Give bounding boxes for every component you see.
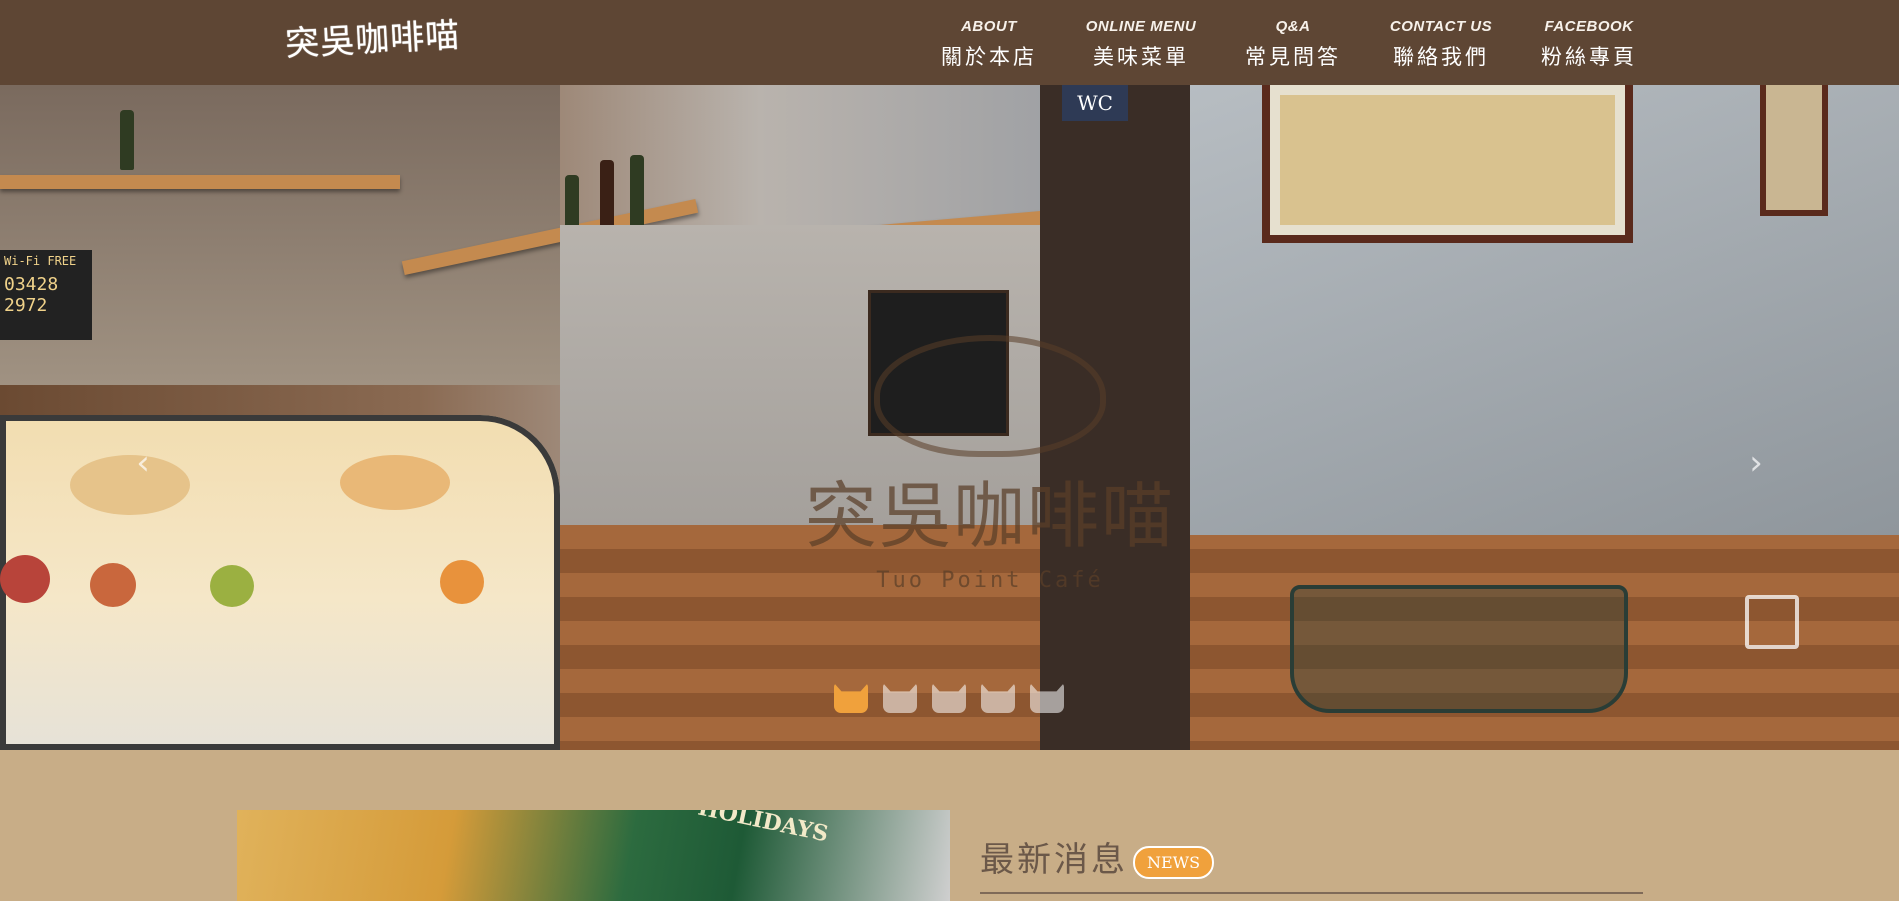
wifi-sign-title: Wi-Fi FREE	[4, 254, 77, 268]
nav-item-contact[interactable]: CONTACT US 聯絡我們	[1376, 18, 1506, 71]
nav-item-about[interactable]: ABOUT 關於本店	[924, 18, 1054, 71]
cat-face-icon	[874, 335, 1106, 457]
hero-slider: Wi-Fi FREE 03428 2972 WC 突吳咖啡喵 Tuo Point…	[0, 85, 1899, 750]
cake-image	[340, 455, 450, 510]
nav-item-qa[interactable]: Q&A 常見問答	[1228, 18, 1358, 71]
nav-item-contact-zh: 聯絡我們	[1393, 45, 1489, 69]
fruit-image	[0, 555, 50, 603]
pastry-cabinet-image	[0, 415, 560, 750]
news-badge: NEWS	[1133, 846, 1215, 879]
fruit-image	[90, 563, 136, 607]
slider-pause-button[interactable]	[1745, 595, 1799, 649]
wine-basket-image	[1290, 585, 1628, 713]
hero-watermark-logo: 突吳咖啡喵 Tuo Point Café	[740, 285, 1240, 645]
nav-item-about-zh: 關於本店	[941, 45, 1037, 69]
news-thumbnail-image[interactable]: HOLIDAYS	[237, 810, 950, 901]
fruit-image	[440, 560, 484, 604]
nav-item-menu-en: ONLINE MENU	[1085, 18, 1197, 35]
nav-item-menu-zh: 美味菜單	[1093, 45, 1189, 69]
site-header: 突吳咖啡喵 ABOUT 關於本店 ONLINE MENU 美味菜單 Q&A 常見…	[0, 0, 1899, 85]
news-heading: 最新消息	[980, 840, 1128, 880]
nav-item-qa-zh: 常見問答	[1245, 45, 1341, 69]
nav-item-facebook-en: FACEBOOK	[1544, 18, 1634, 35]
world-map-frame-image	[1262, 85, 1633, 243]
watermark-title: 突吳咖啡喵	[804, 474, 1175, 558]
nav-item-about-en: ABOUT	[961, 18, 1017, 35]
nav-item-menu[interactable]: ONLINE MENU 美味菜單	[1076, 18, 1206, 71]
slider-next-arrow-icon[interactable]: ›	[1738, 445, 1774, 481]
wifi-sign-code: 03428 2972	[4, 274, 59, 316]
fruit-image	[210, 565, 254, 607]
wc-sign: WC	[1062, 85, 1128, 121]
nav-item-qa-en: Q&A	[1275, 18, 1311, 35]
slider-prev-arrow-icon[interactable]: ‹	[125, 445, 161, 481]
news-thumbnail-text: HOLIDAYS	[695, 810, 831, 848]
wifi-sign: Wi-Fi FREE 03428 2972	[0, 250, 92, 340]
news-divider	[980, 892, 1643, 894]
main-nav: ABOUT 關於本店 ONLINE MENU 美味菜單 Q&A 常見問答 CON…	[0, 18, 1899, 78]
nav-item-facebook-zh: 粉絲專頁	[1541, 45, 1637, 69]
bottle-image	[120, 110, 134, 170]
hero-wall-left	[0, 85, 560, 385]
nav-item-facebook[interactable]: FACEBOOK 粉絲專頁	[1524, 18, 1654, 71]
nav-item-contact-en: CONTACT US	[1389, 18, 1493, 35]
watermark-subtitle: Tuo Point Café	[876, 568, 1104, 593]
shelf	[0, 175, 400, 189]
picture-frame-image	[1760, 85, 1828, 216]
bottle-image	[630, 155, 644, 235]
